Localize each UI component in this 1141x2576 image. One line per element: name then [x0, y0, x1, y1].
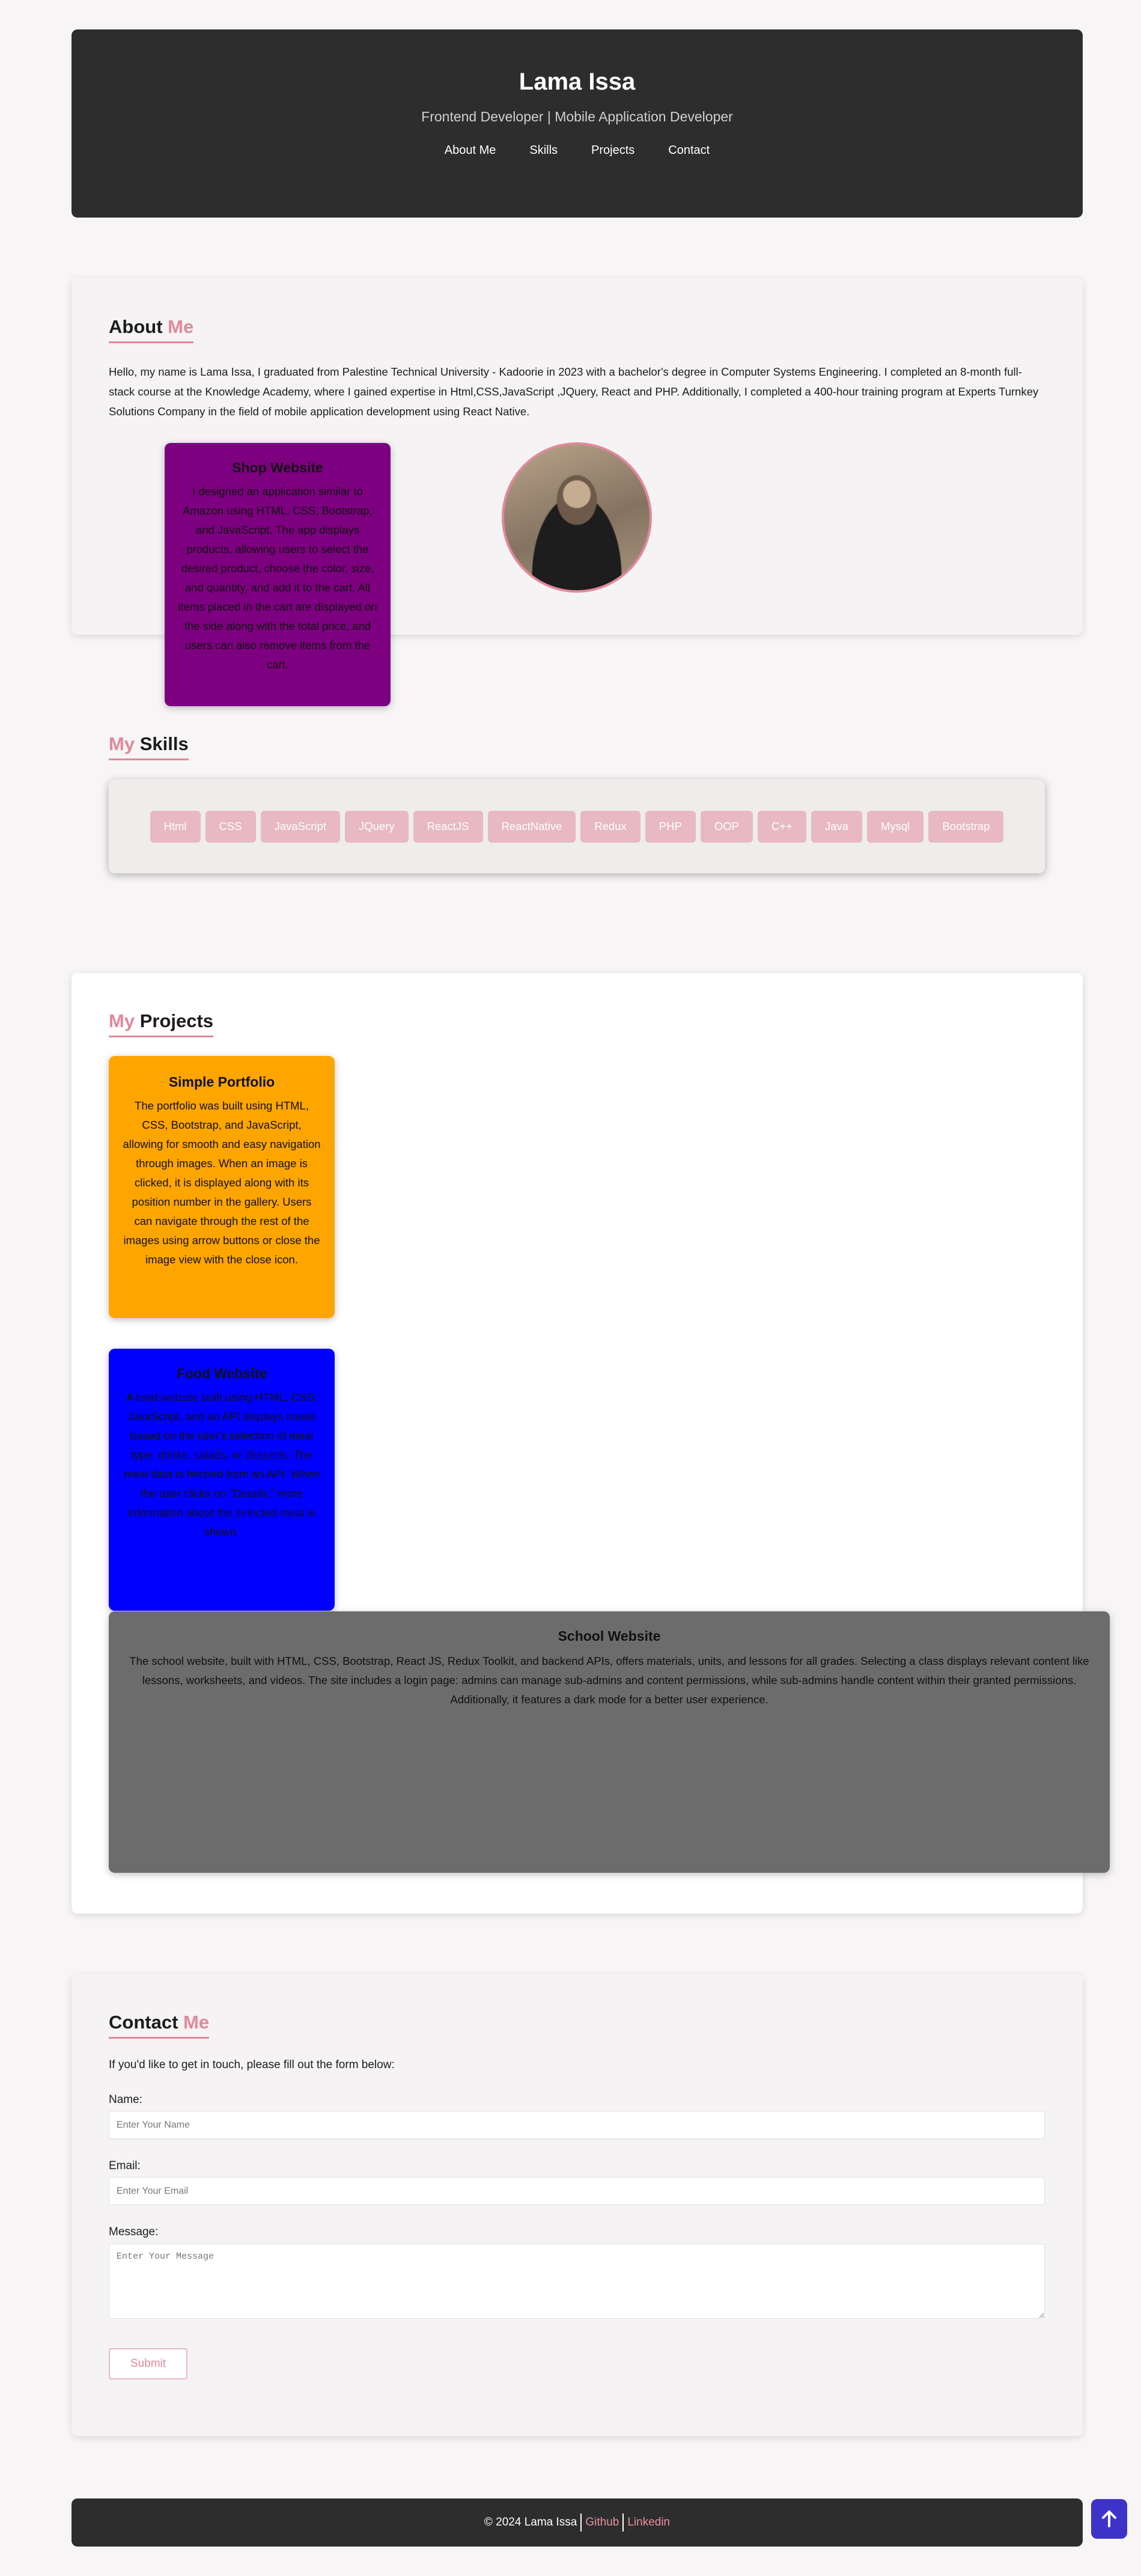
skills-title-main: Skills [139, 733, 189, 754]
project-card-portfolio: Simple Portfolio The portfolio was built… [109, 1056, 335, 1318]
linkedin-link[interactable]: Linkedin [627, 2516, 670, 2529]
skill-chip[interactable]: ReactNative [487, 810, 576, 843]
about-title-accent: Me [168, 316, 194, 337]
project-card-school: School Website The school website, built… [109, 1611, 1110, 1873]
skill-chip[interactable]: PHP [645, 810, 696, 843]
site-footer: © 2024 Lama Issa Github Linkedin [72, 2498, 1083, 2547]
contact-title-main: Contact [109, 2012, 178, 2033]
skills-title-accent: My [109, 733, 135, 754]
contact-lead: If you'd like to get in touch, please fi… [109, 2059, 395, 2071]
arrow-up-icon [1102, 2510, 1116, 2527]
nav-skills[interactable]: Skills [529, 144, 558, 157]
nav-projects[interactable]: Projects [591, 144, 634, 157]
project-description: The school website, built with HTML, CSS… [129, 1655, 1089, 1706]
main-nav: About Me Skills Projects Contact [72, 144, 1083, 157]
scroll-to-top-button[interactable] [1091, 2499, 1127, 2539]
footer-divider [622, 2513, 624, 2532]
nav-contact[interactable]: Contact [668, 144, 710, 157]
skill-chip[interactable]: CSS [205, 810, 256, 843]
footer-copyright: © 2024 Lama Issa [484, 2516, 577, 2529]
footer-divider [580, 2513, 582, 2532]
project-title: School Website [558, 1628, 661, 1644]
skills-list: Html CSS JavaScript JQuery ReactJS React… [109, 780, 1045, 873]
about-title-main: About [109, 316, 163, 337]
site-title: Lama Issa [519, 69, 636, 95]
projects-title-accent: My [109, 1010, 135, 1031]
skill-chip[interactable]: JQuery [344, 810, 409, 843]
contact-section: Contact Me If you'd like to get in touch… [72, 1974, 1083, 2436]
skill-chip[interactable]: Bootstrap [928, 810, 1004, 843]
name-label: Name: [109, 2093, 142, 2106]
about-title: About Me [109, 316, 194, 343]
skill-chip[interactable]: C++ [757, 810, 806, 843]
contact-title-accent: Me [183, 2012, 210, 2033]
project-description: The portfolio was built using HTML, CSS,… [123, 1099, 321, 1266]
project-description: A food website built using HTML, CSS, Ja… [124, 1391, 320, 1538]
project-card-shop: Shop Website I designed an application s… [165, 443, 391, 706]
profile-photo [502, 442, 652, 593]
projects-title: My Projects [109, 1010, 214, 1037]
email-input[interactable] [109, 2177, 1045, 2205]
skill-chip[interactable]: Mysql [866, 810, 924, 843]
submit-button[interactable]: Submit [109, 2348, 187, 2379]
github-link[interactable]: Github [585, 2516, 619, 2529]
contact-title: Contact Me [109, 2012, 210, 2039]
project-title: Food Website [176, 1366, 267, 1381]
message-textarea[interactable] [109, 2244, 1045, 2319]
project-title: Shop Website [232, 460, 323, 475]
projects-title-main: Projects [139, 1010, 214, 1031]
skill-chip[interactable]: Redux [580, 810, 640, 843]
project-description: I designed an application similar to Ama… [178, 485, 377, 671]
project-title: Simple Portfolio [168, 1074, 275, 1090]
about-text: Hello, my name is Lama Issa, I graduated… [109, 365, 1039, 418]
skill-chip[interactable]: Java [811, 810, 862, 843]
email-label: Email: [109, 2159, 141, 2172]
project-card-food: Food Website A food website built using … [109, 1349, 335, 1611]
name-input[interactable] [109, 2111, 1045, 2139]
site-header: Lama Issa Frontend Developer | Mobile Ap… [72, 29, 1083, 218]
nav-about-me[interactable]: About Me [445, 144, 496, 157]
skill-chip[interactable]: Html [150, 810, 201, 843]
skill-chip[interactable]: ReactJS [413, 810, 483, 843]
message-label: Message: [109, 2226, 159, 2238]
skill-chip[interactable]: OOP [700, 810, 753, 843]
skill-chip[interactable]: JavaScript [260, 810, 340, 843]
site-subtitle: Frontend Developer | Mobile Application … [421, 109, 733, 124]
skills-title: My Skills [109, 733, 189, 760]
